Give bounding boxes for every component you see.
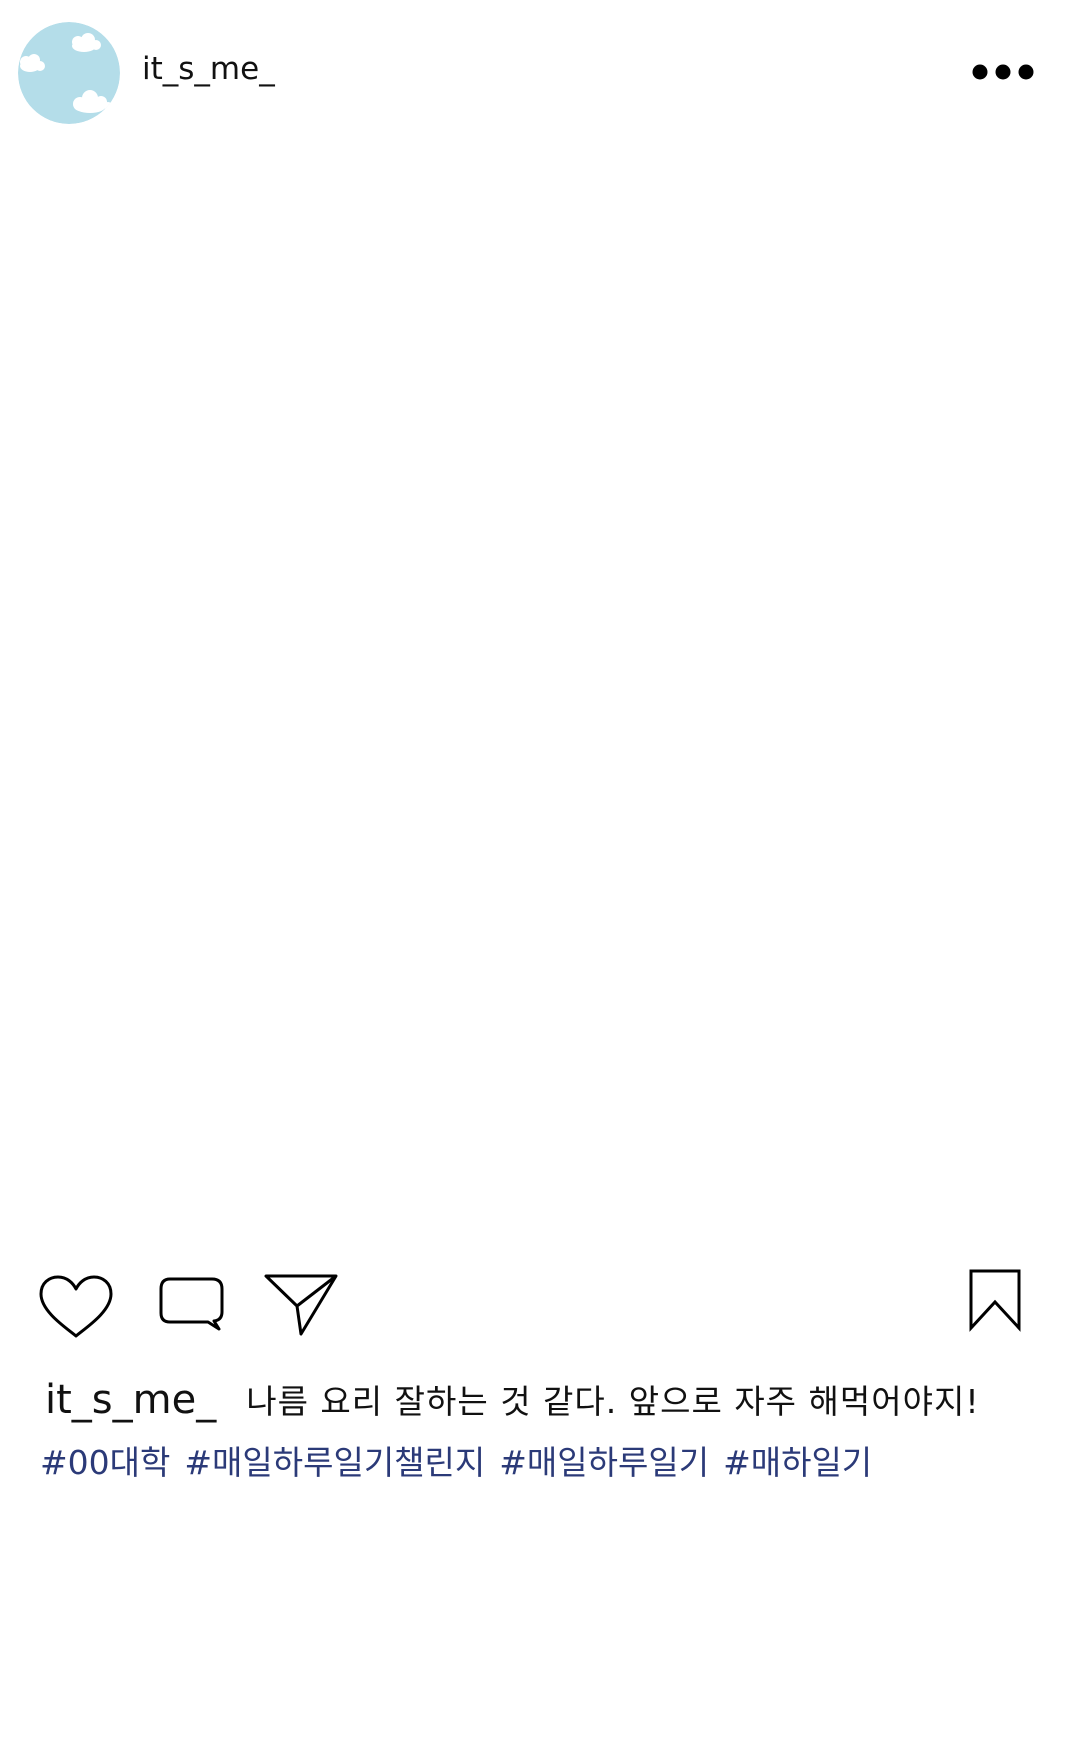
hashtag-link[interactable]: #매일하루일기: [499, 1443, 709, 1482]
hashtag-link[interactable]: #매일하루일기챌린지: [184, 1443, 485, 1482]
more-horizontal-icon: [972, 64, 1034, 80]
save-button[interactable]: [968, 1268, 1024, 1336]
post-header: it_s_me_: [0, 0, 1080, 140]
send-icon: [264, 1274, 338, 1336]
hashtag-link[interactable]: #00대학: [40, 1443, 170, 1482]
caption-username[interactable]: it_s_me_: [45, 1377, 216, 1423]
like-button[interactable]: [38, 1274, 114, 1344]
hashtag-link[interactable]: #매하일기: [723, 1443, 872, 1482]
more-options-button[interactable]: [968, 56, 1038, 88]
sky-cloud-avatar-image: [18, 22, 120, 124]
comment-bubble-icon: [159, 1277, 224, 1331]
post-image[interactable]: [0, 140, 1080, 1250]
heart-icon: [39, 1275, 113, 1338]
bookmark-icon: [969, 1269, 1021, 1332]
hashtag-list: #00대학 #매일하루일기챌린지 #매일하루일기 #매하일기: [40, 1440, 1060, 1486]
post-username[interactable]: it_s_me_: [142, 49, 275, 89]
post-actions: [0, 1262, 1080, 1342]
share-button[interactable]: [263, 1272, 339, 1344]
avatar[interactable]: [18, 22, 120, 124]
comment-button[interactable]: [158, 1276, 228, 1340]
caption-text: 나름 요리 잘하는 것 같다. 앞으로 자주 해먹어야지!: [246, 1382, 980, 1421]
post-caption: it_s_me_ 나름 요리 잘하는 것 같다. 앞으로 자주 해먹어야지!: [45, 1376, 1065, 1426]
